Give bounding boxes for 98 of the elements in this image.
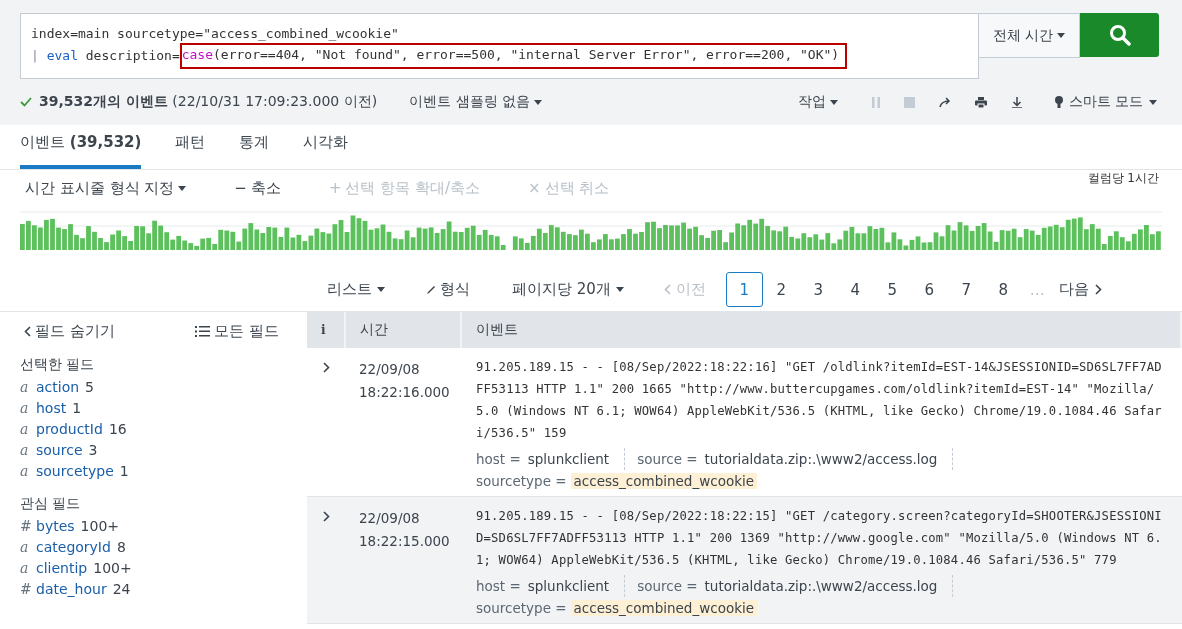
tab[interactable]: 이벤트 (39,532) [20,125,142,169]
field-type-icon: # [20,580,30,597]
per-page-dropdown[interactable]: 페이지당 20개 [512,280,624,299]
event-date: 22/09/08 [359,509,421,528]
field-type-icon: a [20,420,30,437]
field-link[interactable]: sourcetype [36,462,114,479]
field-type-icon: a [20,538,30,555]
field-type-icon: # [20,517,30,534]
page-link[interactable]: 7 [947,272,985,307]
page-link[interactable]: 2 [762,272,800,307]
page-link[interactable]: 4 [836,272,874,307]
field-type-icon: a [20,378,30,395]
chevron-icon [663,284,671,295]
caret-icon [534,99,542,105]
raw-event-text: 91.205.189.15 - - [08/Sep/2022:18:22:16] "GET /oldlink?itemId=EST-14&JSESSIONID=SD6SL7FF7ADFF53113 HTTP 1.1" 200 1665 "http://www.buttercupgames.com/oldlink?itemId=EST-14" "Mozilla/5.0 (Windows NT 6.1; WOW64) AppleWebKit/536.5 (KHTML, like Gecko) Chrome/19.0.1084.46 Safari/536.5" 159 [475,359,1163,442]
field-count: 3 [88,441,98,458]
field-link[interactable]: host [36,399,67,416]
raw-event-text: 91.205.189.15 - - [08/Sep/2022:18:22:15] "GET /category.screen?categoryId=SHOOTER&JSESSIONID=SD6SL7FF7ADFF53113 HTTP 1.1" 200 1369 "http://www.google.com" "Mozilla/5.0 (Windows NT 6.1; WOW64) AppleWebKit/536.5 (KHTML, like Gecko) Chrome/19.0.1084.46 Safari/536.5" 779 [475,508,1163,569]
timeline-scale-label: 컬럼당 1시간 [1087,170,1159,187]
field-count: 1 [72,399,82,416]
field-type-icon: a [20,441,30,458]
field-type-icon: a [20,399,30,416]
caret-icon [615,287,624,292]
field-count: 100+ [93,559,132,576]
print-icon[interactable] [974,96,987,108]
format-dropdown[interactable]: 시간 표시줄 형식 지정 [25,178,187,198]
field-key: sourcetype = [476,473,567,489]
timeline-control[interactable]: − 축소 [234,178,281,198]
column-header: 이벤트 [476,321,518,339]
event-date: 22/09/08 [359,360,421,379]
page-link[interactable]: 8 [984,272,1022,307]
section-title: 선택한 필드 [20,356,96,374]
field-count: 1 [119,462,129,479]
search-button[interactable] [1080,13,1159,57]
brush-icon [425,284,435,295]
next-page-link[interactable]: 다음 [1058,280,1102,299]
caret-icon [377,287,385,292]
column-header: 시간 [360,321,388,339]
field-count: 100+ [80,517,120,534]
highlighted-field-value[interactable]: access_combined_wcookie [570,600,758,616]
expand-icon[interactable] [323,362,330,373]
field-link[interactable]: categoryId [36,538,111,555]
format-button[interactable]: 형식 [425,280,470,299]
event-time: 18:22:16.000 [359,383,451,402]
field-value[interactable]: splunkclient [524,451,613,467]
job-status-text: 39,532개의 이벤트 (22/10/31 17:09:23.000 이전) [39,93,378,111]
tab[interactable]: 패턴 [175,125,206,169]
tab[interactable]: 시각화 [303,125,349,169]
job-menu-button[interactable]: 작업 [791,92,844,112]
section-title: 관심 필드 [20,495,82,513]
field-count: 16 [108,420,127,437]
page-link[interactable]: 3 [799,272,837,307]
field-key: sourcetype = [476,600,567,616]
expand-icon[interactable] [323,511,330,522]
chevron-icon [24,325,31,337]
field-link[interactable]: clientip [36,559,88,576]
search-mode-dropdown[interactable]: 스마트 모드 [1048,92,1163,112]
page-link[interactable]: 6 [910,272,948,307]
field-type-icon: a [20,462,30,479]
field-count: 24 [112,580,131,597]
search-query-field[interactable]: index=main sourcetype="access_combined_wcookie" | eval description=case(error==404, "Not found", error==500, "internal Server Error", error==200, "OK") [20,13,980,79]
chevron-icon [1094,284,1102,295]
field-key: source = [637,578,698,594]
caret-icon [829,99,838,105]
download-icon[interactable] [1010,96,1023,108]
sampling-dropdown[interactable]: 이벤트 샘플링 없음 [403,92,548,112]
caret-icon [1057,33,1065,38]
search-icon [1108,24,1131,46]
page-link[interactable]: 1 [725,272,763,307]
field-type-icon: a [20,559,30,576]
caret-icon [1149,99,1157,105]
event-time: 18:22:15.000 [359,532,451,551]
field-key: host = [476,451,521,467]
lightbulb-icon [1054,96,1063,108]
view-dropdown[interactable]: 리스트 [327,280,385,299]
annotation-box: case(error==404, "Not found", error==500, "internal Server Error", error==200, "OK") [179,43,848,69]
tab[interactable]: 통계 [239,125,270,169]
highlighted-field-value[interactable]: access_combined_wcookie [570,473,758,489]
list-icon [195,325,211,337]
field-value[interactable]: tutorialdata.zip:.\www2/access.log [701,451,941,467]
field-value[interactable]: tutorialdata.zip:.\www2/access.log [701,578,941,594]
field-key: source = [637,451,698,467]
field-link[interactable]: action [36,378,80,395]
all-fields-link[interactable]: 모든 필드 [195,321,279,341]
time-range-dropdown[interactable]: 전체 시간 [979,13,1080,58]
field-count: 5 [85,378,94,395]
field-count: 8 [116,538,126,555]
page-link[interactable]: 5 [873,272,911,307]
field-link[interactable]: productId [36,420,103,437]
field-key: host = [476,578,521,594]
field-link[interactable]: date_hour [36,580,107,597]
share-icon[interactable] [938,96,951,108]
field-link[interactable]: bytes [36,517,75,534]
column-header: i [321,323,326,337]
field-link[interactable]: source [36,441,83,458]
ellipsis-text: … [1029,280,1045,299]
hide-fields-link[interactable]: 필드 숨기기 [24,321,115,341]
field-value[interactable]: splunkclient [524,578,613,594]
